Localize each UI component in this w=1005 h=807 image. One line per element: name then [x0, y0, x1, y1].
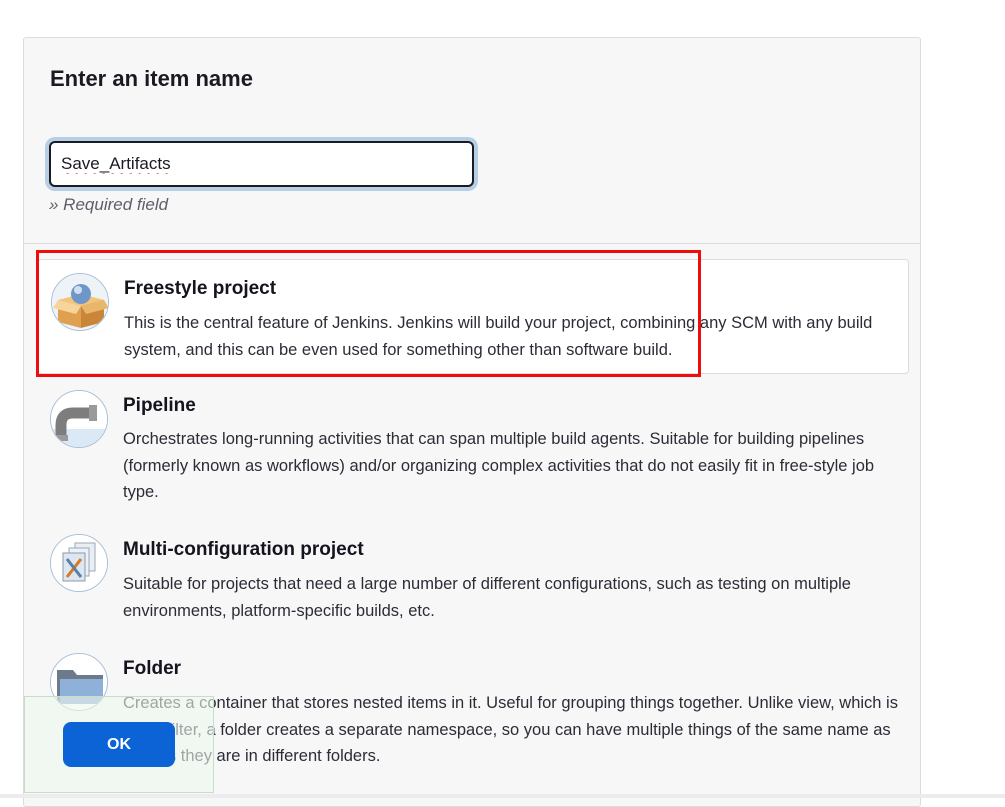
freestyle-project-icon: [51, 273, 109, 331]
item-type-name: Multi-configuration project: [123, 539, 364, 560]
item-name-input[interactable]: [49, 141, 474, 187]
item-type-description: This is the central feature of Jenkins. …: [124, 314, 873, 359]
page-title: Enter an item name: [50, 66, 253, 91]
item-type-description: Creates a container that stores nested i…: [123, 694, 898, 765]
item-type-freestyle-project[interactable]: Freestyle project This is the central fe…: [37, 259, 909, 374]
item-type-pipeline[interactable]: Pipeline Orchestrates long-running activ…: [37, 384, 909, 519]
item-name-section: Enter an item name » Required field: [24, 38, 920, 244]
new-item-panel: Enter an item name » Required field Free…: [23, 37, 921, 807]
page-bottom-divider: [0, 794, 1005, 798]
pipeline-icon: [50, 390, 108, 448]
item-type-name: Folder: [123, 658, 182, 679]
item-type-name: Pipeline: [123, 395, 196, 416]
ok-button[interactable]: OK: [63, 722, 175, 767]
item-type-description: Suitable for projects that need a large …: [123, 575, 851, 620]
item-type-name: Freestyle project: [124, 278, 277, 299]
required-field-hint: » Required field: [49, 195, 169, 214]
ok-button-bar: OK: [24, 696, 214, 793]
item-type-multi-configuration-project[interactable]: Multi-configuration project Suitable for…: [37, 528, 909, 640]
item-type-description: Orchestrates long-running activities tha…: [123, 430, 875, 501]
multi-configuration-icon: [50, 534, 108, 592]
